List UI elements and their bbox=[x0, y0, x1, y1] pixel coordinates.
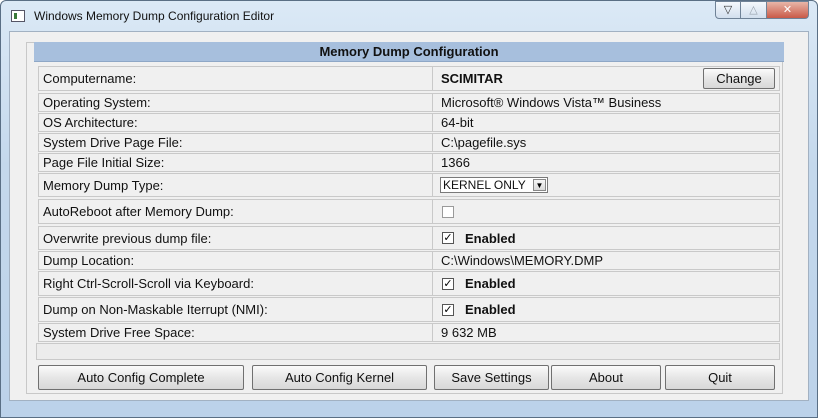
row-dump-type: Memory Dump Type: KERNEL ONLY ▼ bbox=[38, 173, 780, 197]
status-strip bbox=[36, 343, 780, 360]
row-arch: OS Architecture: 64-bit bbox=[38, 113, 780, 132]
row-separator bbox=[432, 324, 433, 341]
nmi-checkbox[interactable]: ✓ bbox=[442, 303, 454, 316]
dump-type-select[interactable]: KERNEL ONLY ▼ bbox=[440, 177, 548, 193]
close-button[interactable]: ✕ bbox=[767, 1, 809, 19]
row-separator bbox=[432, 200, 433, 223]
row-separator bbox=[432, 67, 433, 90]
free-space-value: 9 632 MB bbox=[441, 325, 497, 340]
row-separator bbox=[432, 272, 433, 295]
free-space-label: System Drive Free Space: bbox=[43, 325, 195, 340]
dump-type-selected: KERNEL ONLY bbox=[443, 178, 526, 192]
ctrl-scroll-label: Right Ctrl-Scroll-Scroll via Keyboard: bbox=[43, 276, 254, 291]
about-button[interactable]: About bbox=[551, 365, 661, 390]
row-pagefile: System Drive Page File: C:\pagefile.sys bbox=[38, 133, 780, 152]
row-os: Operating System: Microsoft® Windows Vis… bbox=[38, 93, 780, 112]
row-free-space: System Drive Free Space: 9 632 MB bbox=[38, 323, 780, 342]
pagefile-size-value: 1366 bbox=[441, 155, 470, 170]
overwrite-label: Overwrite previous dump file: bbox=[43, 230, 212, 246]
autoreboot-label: AutoReboot after Memory Dump: bbox=[43, 204, 234, 219]
row-nmi: Dump on Non-Maskable Iterrupt (NMI): ✓ E… bbox=[38, 297, 780, 322]
row-autoreboot: AutoReboot after Memory Dump: bbox=[38, 199, 780, 224]
row-computername: Computername: SCIMITAR Change bbox=[38, 66, 780, 91]
title-bar[interactable]: Windows Memory Dump Configuration Editor… bbox=[1, 1, 817, 31]
row-pagefile-size: Page File Initial Size: 1366 bbox=[38, 153, 780, 172]
pagefile-label: System Drive Page File: bbox=[43, 135, 183, 150]
app-icon[interactable] bbox=[11, 10, 25, 22]
dump-location-label: Dump Location: bbox=[43, 253, 135, 268]
overwrite-checkbox[interactable]: ✓ bbox=[442, 232, 454, 244]
computername-value: SCIMITAR bbox=[441, 71, 503, 86]
autoreboot-checkbox[interactable] bbox=[442, 205, 454, 218]
minimize-button[interactable]: ▽ bbox=[715, 1, 741, 19]
pagefile-size-label: Page File Initial Size: bbox=[43, 155, 165, 170]
os-label: Operating System: bbox=[43, 95, 151, 110]
nmi-label: Dump on Non-Maskable Iterrupt (NMI): bbox=[43, 302, 268, 317]
nmi-state-label: Enabled bbox=[465, 302, 516, 317]
panel-header: Memory Dump Configuration bbox=[34, 42, 784, 62]
row-separator bbox=[432, 298, 433, 321]
chevron-down-icon[interactable]: ▼ bbox=[533, 179, 546, 191]
row-separator bbox=[432, 94, 433, 111]
row-ctrl-scroll: Right Ctrl-Scroll-Scroll via Keyboard: ✓… bbox=[38, 271, 780, 296]
pagefile-value: C:\pagefile.sys bbox=[441, 135, 527, 150]
ctrl-scroll-checkbox[interactable]: ✓ bbox=[442, 277, 454, 290]
change-button[interactable]: Change bbox=[703, 68, 775, 89]
row-separator bbox=[432, 134, 433, 151]
maximize-button[interactable]: △ bbox=[741, 1, 767, 19]
overwrite-state-label: Enabled bbox=[465, 230, 516, 246]
arch-label: OS Architecture: bbox=[43, 115, 138, 130]
dump-location-value: C:\Windows\MEMORY.DMP bbox=[441, 253, 604, 268]
dump-type-label: Memory Dump Type: bbox=[43, 177, 164, 193]
save-settings-button[interactable]: Save Settings bbox=[434, 365, 549, 390]
row-separator bbox=[432, 114, 433, 131]
row-separator bbox=[432, 252, 433, 269]
quit-button[interactable]: Quit bbox=[665, 365, 775, 390]
ctrl-scroll-state-label: Enabled bbox=[465, 276, 516, 291]
computername-label: Computername: bbox=[43, 71, 137, 86]
auto-config-kernel-button[interactable]: Auto Config Kernel bbox=[252, 365, 427, 390]
auto-config-complete-button[interactable]: Auto Config Complete bbox=[38, 365, 244, 390]
os-value: Microsoft® Windows Vista™ Business bbox=[441, 95, 662, 110]
window-title: Windows Memory Dump Configuration Editor bbox=[34, 9, 275, 23]
row-dump-location: Dump Location: C:\Windows\MEMORY.DMP bbox=[38, 251, 780, 270]
row-separator bbox=[432, 227, 433, 249]
arch-value: 64-bit bbox=[441, 115, 474, 130]
row-overwrite: Overwrite previous dump file: ✓ Enabled bbox=[38, 226, 780, 250]
row-separator bbox=[432, 154, 433, 171]
row-separator bbox=[432, 174, 433, 196]
